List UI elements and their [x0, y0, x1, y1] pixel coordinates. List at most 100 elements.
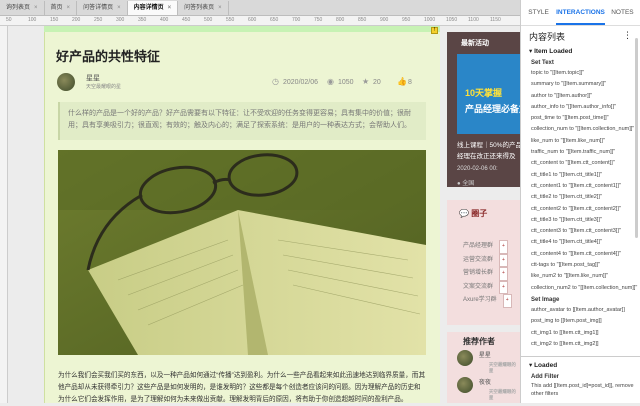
ruler-mark: 600 [248, 17, 257, 23]
event-loaded[interactable]: ▾ Loaded [521, 357, 640, 371]
ruler-mark: 350 [138, 17, 147, 23]
join-button[interactable]: + [499, 253, 508, 267]
circle-item[interactable]: 文案交流群 + [463, 280, 512, 294]
interaction-action[interactable]: collection_num2 to "[[Item.collection_nu… [521, 283, 640, 294]
interaction-action[interactable]: like_num2 to "[[Item.like_num]]" [521, 271, 640, 282]
circle-item[interactable]: 营销增长群 + [463, 267, 512, 281]
interaction-action[interactable]: author to "[[Item.author]]" [521, 91, 640, 102]
promo-line1: 10天掌握 [465, 88, 503, 98]
interaction-action[interactable]: like_num to "[[Item.like_num]]" [521, 136, 640, 147]
document-tab-label: 内容详情页 [133, 5, 164, 11]
close-icon[interactable]: × [218, 5, 222, 11]
circle-item[interactable]: 产品经理群 + [463, 240, 512, 254]
eye-icon: ◉ [327, 77, 334, 86]
ruler-mark: 1150 [490, 17, 501, 23]
ruler-mark: 300 [116, 17, 125, 23]
author-item[interactable]: 夜夜 天空最耀眼的星 [457, 377, 520, 403]
event-item-loaded[interactable]: ▾ Item Loaded [521, 43, 640, 57]
interaction-action[interactable]: author_avatar to [[Item.author_avatar]] [521, 305, 640, 316]
activity-card[interactable]: 最新活动 10天掌握 产品经理必备文 线上课程｜50%的产品经理在改正还来得及 … [447, 32, 522, 187]
star-icon: ★ [362, 77, 370, 86]
traffic-num: 1050 [338, 78, 354, 86]
author-item[interactable]: 星星 天空最耀眼的星 [457, 350, 520, 376]
thumbs-up-icon: 👍 [397, 77, 407, 86]
add-filter-action[interactable]: This add [[Item.post_id]=post_id]], remo… [521, 382, 640, 400]
interaction-action[interactable]: author_info to "[[Item.author_info]]" [521, 102, 640, 113]
interaction-action[interactable]: summary to "[[Item.summary]]" [521, 79, 640, 90]
panel-scrollbar[interactable] [635, 38, 638, 238]
interaction-action[interactable]: ctt_content3 to "[[Item.ctt_content3]]" [521, 226, 640, 237]
like-count[interactable]: 👍 8 [397, 78, 412, 86]
interaction-action[interactable]: ctt_title1 to "[[Item.ctt_title1]]" [521, 170, 640, 181]
interaction-action[interactable]: ctt_img2 to [[Item.ctt_img2]] [521, 339, 640, 350]
clock-icon: ◷ [272, 77, 279, 86]
note-marker-icon[interactable]: ! [431, 27, 438, 34]
document-tab[interactable]: 询列表页 × [0, 1, 45, 15]
circle-item-name: 文案交流群 [463, 283, 494, 290]
tab-style[interactable]: STYLE [521, 0, 556, 25]
document-tab-strip: 询列表页 × 首页 × 问答详情页 × 内容详情页 × 问答列表页 × [0, 0, 520, 16]
collection-count[interactable]: ★ 20 [362, 78, 381, 86]
document-tab[interactable]: 首页 × [45, 1, 78, 15]
ruler-mark: 150 [50, 17, 59, 23]
panel-tabs: STYLE INTERACTIONS NOTES [521, 0, 640, 26]
document-tab[interactable]: 内容详情页 × [127, 1, 179, 15]
chevron-down-icon: ▾ [529, 362, 533, 370]
interaction-action[interactable]: post_img to [[Item.post_img]] [521, 316, 640, 327]
course-location: ● 全国 [457, 178, 474, 187]
document-tab[interactable]: 问答详情页 × [77, 1, 128, 15]
close-icon[interactable]: × [34, 5, 38, 11]
interaction-action[interactable]: traffic_num to "[[Item.traffic_num]]" [521, 147, 640, 158]
circle-item-name: 营销增长群 [463, 270, 494, 276]
join-button[interactable]: + [499, 267, 508, 281]
tab-interactions[interactable]: INTERACTIONS [556, 0, 605, 25]
interaction-action[interactable]: ctt_title4 to "[[Item.ctt_title4]]" [521, 237, 640, 248]
promo-line2: 产品经理必备文 [465, 104, 520, 114]
chevron-down-icon: ▾ [529, 48, 533, 55]
interaction-action[interactable]: ctt_title3 to "[[Item.ctt_title3]]" [521, 215, 640, 226]
interaction-action[interactable]: ctt-tags to "[[Item.post_tag]]" [521, 260, 640, 271]
ruler-mark: 550 [226, 17, 235, 23]
set-image-label[interactable]: Set Image [521, 294, 640, 305]
ruler-mark: 200 [72, 17, 81, 23]
more-icon[interactable]: ⋮ [623, 30, 632, 43]
ruler-mark: 950 [402, 17, 411, 23]
author-name: 星星 [86, 75, 100, 82]
interaction-action[interactable]: ctt_content1 to "[[Item.ctt_content1]]" [521, 181, 640, 192]
join-button[interactable]: + [502, 294, 512, 308]
ruler-mark: 1050 [446, 17, 458, 23]
ruler-mark: 1100 [468, 17, 479, 23]
ruler-mark: 850 [358, 17, 367, 23]
join-button[interactable]: + [499, 280, 508, 294]
tab-notes[interactable]: NOTES [605, 0, 640, 25]
author-sub: 天空最耀眼的星 [488, 362, 516, 373]
author-avatar [457, 377, 473, 393]
page-header-bar [44, 26, 440, 32]
interaction-action[interactable]: topic to "[[Item.topic]]" [521, 68, 640, 79]
add-filter-label[interactable]: Add Filter [521, 371, 640, 382]
post-time: ◷ 2020/02/06 [272, 78, 318, 86]
close-icon[interactable]: × [168, 5, 172, 11]
interaction-action[interactable]: collection_num to "[[Item.collection_num… [521, 124, 640, 135]
promo-banner[interactable]: 10天掌握 产品经理必备文 [457, 54, 520, 134]
interaction-action[interactable]: ctt_img1 to [[Item.ctt_img1]] [521, 328, 640, 339]
interaction-action[interactable]: post_time to "[[Item.post_time]]" [521, 113, 640, 124]
traffic-count: ◉ 1050 [327, 78, 354, 86]
ruler-mark: 750 [314, 17, 323, 23]
interaction-action[interactable]: ctt_content to "[[Item.ctt_content]]" [521, 158, 640, 169]
article-summary: 什么样的产品是一个好的产品？好产品需要有以下特征：让不受欢迎的任务变得更容易；具… [58, 102, 426, 140]
circle-item[interactable]: Axure学习群 + [463, 294, 512, 308]
circle-item[interactable]: 运营交流群 + [463, 253, 512, 267]
interaction-action[interactable]: ctt_content2 to "[[Item.ctt_content2]]" [521, 204, 640, 215]
set-text-label[interactable]: Set Text [521, 57, 640, 68]
document-tab[interactable]: 问答列表页 × [178, 1, 229, 15]
close-icon[interactable]: × [67, 5, 71, 11]
author-sub: 天空最耀眼的星 [488, 389, 516, 400]
interaction-action[interactable]: ctt_content4 to "[[Item.ctt_content4]]" [521, 249, 640, 260]
join-button[interactable]: + [499, 240, 508, 254]
close-icon[interactable]: × [117, 5, 121, 11]
set-image-list: author_avatar to [[Item.author_avatar]] p… [521, 305, 640, 350]
course-title[interactable]: 线上课程｜50%的产品经理在改正还来得及 [457, 140, 527, 162]
interaction-action[interactable]: ctt_title2 to "[[Item.ctt_title2]]" [521, 192, 640, 203]
ruler-mark: 900 [380, 17, 389, 23]
